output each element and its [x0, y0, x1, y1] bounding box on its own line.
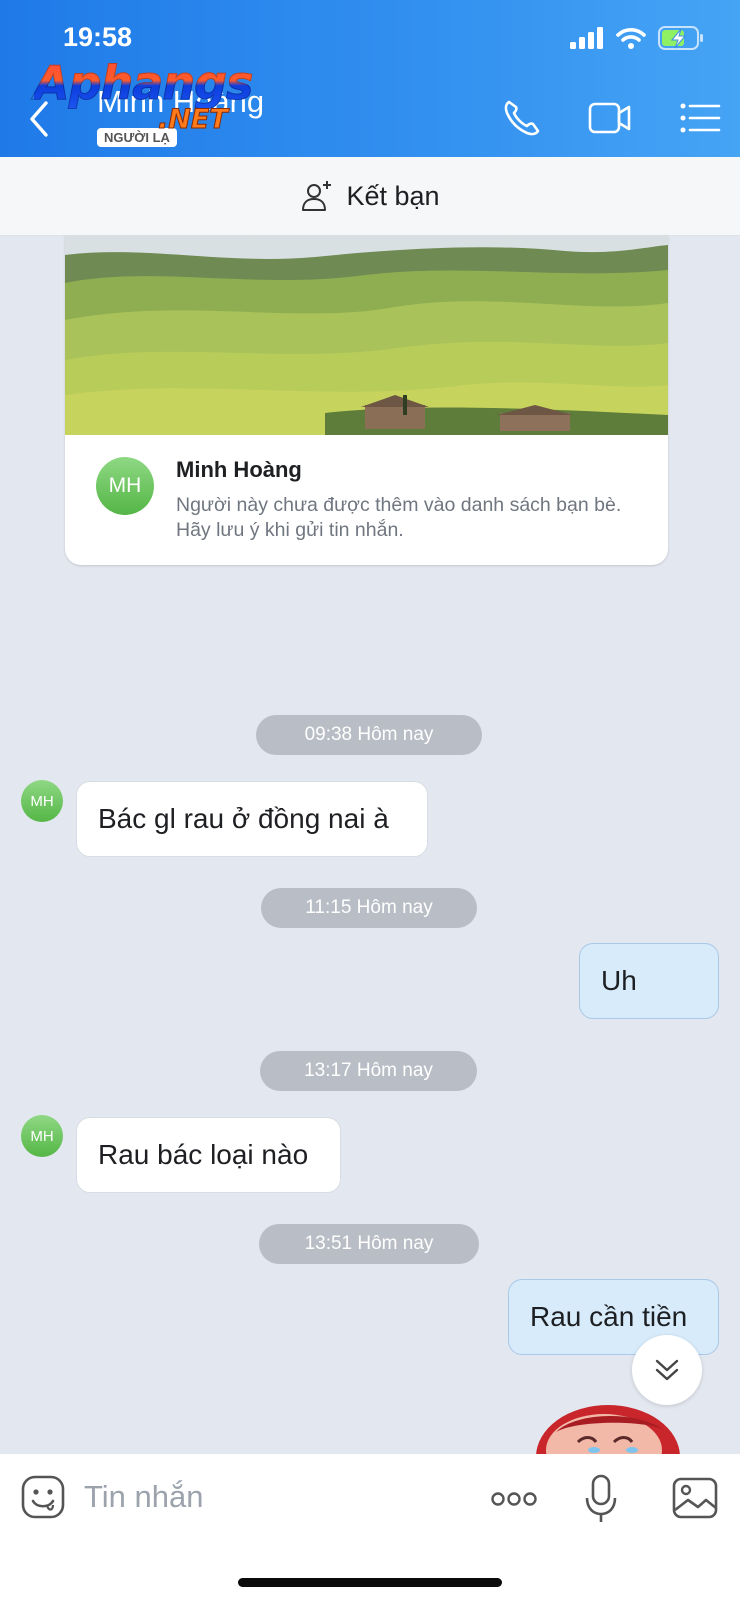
phone-icon[interactable] — [500, 96, 544, 140]
time-separator: 13:17 Hôm nay — [260, 1051, 477, 1091]
chat-header: 19:58 Minh Hoàng NGƯỜI LẠ Aphangs .NET — [0, 0, 740, 157]
watermark-logo-suffix: .NET — [158, 104, 229, 136]
home-indicator — [238, 1578, 502, 1587]
double-chevron-down-icon — [655, 1359, 679, 1381]
sender-avatar[interactable]: MH — [21, 1115, 63, 1157]
profile-avatar[interactable]: MH — [96, 457, 154, 515]
status-time: 19:58 — [63, 22, 133, 52]
more-dots-icon[interactable] — [490, 1479, 538, 1519]
time-separator: 11:15 Hôm nay — [261, 888, 477, 928]
sticker-image[interactable] — [536, 1402, 686, 1454]
emoji-icon[interactable] — [20, 1474, 66, 1520]
status-icons — [570, 26, 704, 50]
time-separator: 09:38 Hôm nay — [256, 715, 482, 755]
add-friend-bar[interactable]: Kết bạn — [0, 157, 740, 236]
add-friend-label: Kết bạn — [346, 180, 440, 211]
add-friend-icon — [302, 181, 332, 211]
scroll-to-bottom-button[interactable] — [632, 1335, 702, 1405]
list-menu-icon[interactable] — [679, 96, 723, 140]
battery-charging-icon — [658, 26, 703, 50]
outgoing-message[interactable]: Uh — [579, 943, 719, 1019]
sender-avatar[interactable]: MH — [21, 780, 63, 822]
microphone-icon[interactable] — [584, 1474, 618, 1524]
incoming-message[interactable]: Bác gl rau ở đồng nai à — [76, 781, 428, 857]
image-icon[interactable] — [672, 1476, 718, 1520]
stranger-warning: Người này chưa được thêm vào danh sách b… — [176, 494, 622, 541]
time-separator: 13:51 Hôm nay — [259, 1224, 479, 1264]
watermark-logo: Aphangs — [33, 56, 253, 111]
message-input[interactable] — [84, 1474, 464, 1520]
video-camera-icon[interactable] — [588, 96, 632, 140]
profile-card[interactable]: MH Minh Hoàng Người này chưa được thêm v… — [65, 235, 668, 565]
profile-name[interactable]: Minh Hoàng — [176, 457, 302, 483]
message-composer — [0, 1454, 740, 1600]
wifi-icon — [616, 28, 646, 49]
incoming-message[interactable]: Rau bác loại nào — [76, 1117, 341, 1193]
signal-icon — [570, 27, 603, 49]
cover-photo — [65, 235, 668, 435]
